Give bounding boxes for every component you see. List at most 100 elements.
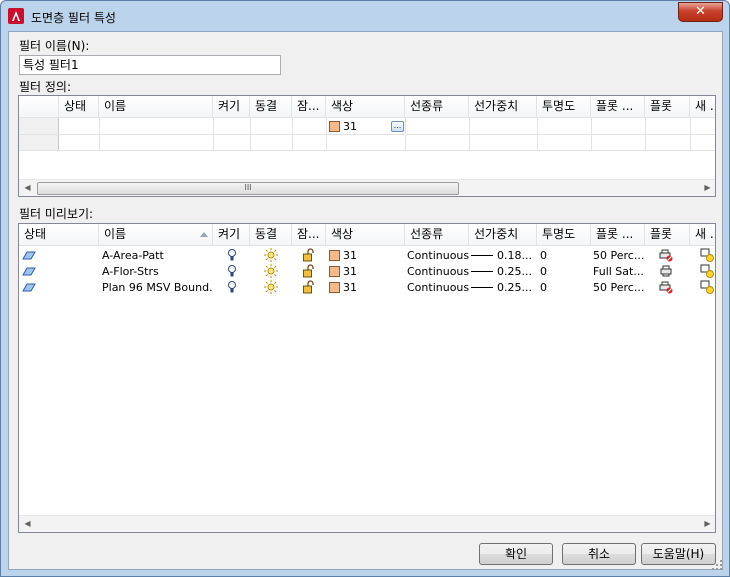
layer-color[interactable]: 31 bbox=[329, 248, 399, 263]
layer-lineweight[interactable]: 0.18... bbox=[471, 248, 537, 263]
def-col-plot-style[interactable]: 플롯 ... bbox=[591, 96, 645, 118]
prev-col-linetype[interactable]: 선종류 bbox=[405, 224, 469, 246]
prev-col-color[interactable]: 색상 bbox=[326, 224, 405, 246]
layer-status-icon bbox=[22, 283, 36, 292]
dialog-window: 도면층 필터 특성 ✕ 필터 이름(N): 특성 필터1 필터 정의: 상태 이… bbox=[0, 0, 730, 577]
def-col-linetype[interactable]: 선종류 bbox=[405, 96, 469, 118]
prev-col-freeze[interactable]: 동결 bbox=[250, 224, 292, 246]
prev-col-plot[interactable]: 플롯 bbox=[645, 224, 690, 246]
def-col-status[interactable]: 상태 bbox=[59, 96, 99, 118]
lineweight-sample bbox=[471, 271, 493, 272]
def-col-name[interactable]: 이름 bbox=[99, 96, 213, 118]
def-col-lock[interactable]: 잠... bbox=[292, 96, 326, 118]
printer-icon[interactable] bbox=[659, 264, 673, 278]
ok-button[interactable]: 확인 bbox=[479, 543, 553, 565]
prev-col-on[interactable]: 켜기 bbox=[213, 224, 250, 246]
color-picker-button[interactable]: ... bbox=[391, 121, 404, 132]
scroll-right-arrow-icon[interactable]: ▶ bbox=[699, 516, 715, 532]
sun-thaw-icon[interactable] bbox=[264, 280, 278, 294]
layer-name: Plan 96 MSV Bound... bbox=[102, 281, 212, 294]
row-line bbox=[19, 150, 715, 151]
def-col-new-vp[interactable]: 새 ... bbox=[690, 96, 715, 118]
layer-lineweight[interactable]: 0.25... bbox=[471, 280, 537, 295]
prev-col-name[interactable]: 이름 bbox=[99, 224, 213, 246]
sun-thaw-icon[interactable] bbox=[264, 264, 278, 278]
filter-preview-label: 필터 미리보기: bbox=[19, 207, 94, 221]
scroll-right-arrow-icon[interactable]: ▶ bbox=[699, 180, 715, 196]
layer-plot-style[interactable]: 50 Perc... bbox=[593, 248, 645, 263]
layer-linetype[interactable]: Continuous bbox=[407, 248, 469, 263]
def-col-on[interactable]: 켜기 bbox=[213, 96, 250, 118]
filter-definition-grid[interactable]: 상태 이름 켜기 동결 잠... 색상 선종류 선가중치 투명도 플롯 ... … bbox=[18, 95, 716, 197]
layer-color-value: 31 bbox=[343, 265, 357, 278]
scroll-left-arrow-icon[interactable]: ◀ bbox=[19, 180, 36, 196]
autocad-logo-icon bbox=[8, 8, 24, 24]
layer-plot-style[interactable]: 50 Perc... bbox=[593, 280, 645, 295]
layer-name: A-Area-Patt bbox=[102, 249, 164, 262]
filter-name-label: 필터 이름(N): bbox=[19, 39, 90, 53]
layer-color[interactable]: 31 bbox=[329, 264, 399, 279]
lightbulb-on-icon[interactable] bbox=[225, 264, 239, 278]
prev-col-plot-style[interactable]: 플롯 ... bbox=[591, 224, 645, 246]
layer-transparency[interactable]: 0 bbox=[540, 248, 590, 263]
def-col-plot[interactable]: 플롯 bbox=[645, 96, 690, 118]
layer-plot-style[interactable]: Full Sat... bbox=[593, 264, 645, 279]
row-header-corner bbox=[19, 96, 59, 118]
lineweight-sample bbox=[471, 287, 493, 288]
prev-col-lineweight[interactable]: 선가중치 bbox=[469, 224, 537, 246]
scroll-thumb[interactable]: III bbox=[37, 182, 459, 195]
def-col-freeze[interactable]: 동결 bbox=[250, 96, 292, 118]
prev-col-status[interactable]: 상태 bbox=[19, 224, 99, 246]
no-plot-printer-icon[interactable] bbox=[659, 280, 673, 294]
dialog-body: 필터 이름(N): 특성 필터1 필터 정의: 상태 이름 켜기 동결 잠...… bbox=[8, 31, 723, 570]
close-button[interactable]: ✕ bbox=[678, 2, 723, 22]
def-color-cell[interactable]: 31 bbox=[329, 119, 389, 134]
color-swatch bbox=[329, 250, 340, 261]
layer-transparency[interactable]: 0 bbox=[540, 264, 590, 279]
layer-color[interactable]: 31 bbox=[329, 280, 399, 295]
cancel-button[interactable]: 취소 bbox=[562, 543, 636, 565]
preview-horizontal-scrollbar[interactable]: ◀ ▶ bbox=[19, 515, 715, 532]
lightbulb-on-icon[interactable] bbox=[225, 280, 239, 294]
filter-preview-grid[interactable]: 상태 이름 켜기 동결 잠... 색상 선종류 선가중치 투명도 플롯 ... … bbox=[18, 223, 716, 533]
unlocked-padlock-icon[interactable] bbox=[302, 280, 316, 294]
layer-color-value: 31 bbox=[343, 249, 357, 262]
help-button[interactable]: 도움말(H) bbox=[641, 543, 716, 565]
def-col-color[interactable]: 색상 bbox=[326, 96, 405, 118]
def-col-transparency[interactable]: 투명도 bbox=[537, 96, 591, 118]
layer-lineweight-value: 0.25... bbox=[497, 281, 532, 294]
lightbulb-on-icon[interactable] bbox=[225, 248, 239, 262]
color-swatch bbox=[329, 121, 340, 132]
row-line bbox=[19, 134, 715, 135]
lineweight-sample bbox=[471, 255, 493, 256]
new-viewport-freeze-icon[interactable] bbox=[700, 264, 714, 278]
scroll-left-arrow-icon[interactable]: ◀ bbox=[19, 516, 36, 532]
new-viewport-freeze-icon[interactable] bbox=[700, 248, 714, 262]
layer-linetype[interactable]: Continuous bbox=[407, 264, 469, 279]
prev-col-new-vp[interactable]: 새 ... bbox=[690, 224, 715, 246]
def-color-value: 31 bbox=[343, 120, 357, 133]
prev-col-name-label: 이름 bbox=[104, 227, 127, 241]
layer-lineweight-value: 0.25... bbox=[497, 265, 532, 278]
resize-grip-icon[interactable] bbox=[712, 560, 722, 570]
new-viewport-freeze-icon[interactable] bbox=[700, 280, 714, 294]
def-horizontal-scrollbar[interactable]: ◀ III ▶ bbox=[19, 179, 715, 196]
color-swatch bbox=[329, 266, 340, 277]
sun-thaw-icon[interactable] bbox=[264, 248, 278, 262]
def-col-lineweight[interactable]: 선가중치 bbox=[469, 96, 537, 118]
prev-col-lock[interactable]: 잠... bbox=[292, 224, 326, 246]
unlocked-padlock-icon[interactable] bbox=[302, 264, 316, 278]
layer-linetype[interactable]: Continuous bbox=[407, 280, 469, 295]
prev-col-transparency[interactable]: 투명도 bbox=[537, 224, 591, 246]
sort-ascending-icon bbox=[200, 232, 208, 237]
no-plot-printer-icon[interactable] bbox=[659, 248, 673, 262]
filter-name-input[interactable]: 특성 필터1 bbox=[19, 55, 281, 75]
unlocked-padlock-icon[interactable] bbox=[302, 248, 316, 262]
layer-name: A-Flor-Strs bbox=[102, 265, 159, 278]
layer-transparency[interactable]: 0 bbox=[540, 280, 590, 295]
layer-status-icon bbox=[22, 251, 36, 260]
layer-lineweight[interactable]: 0.25... bbox=[471, 264, 537, 279]
title-bar[interactable]: 도면층 필터 특성 ✕ bbox=[1, 1, 729, 31]
layer-color-value: 31 bbox=[343, 281, 357, 294]
color-swatch bbox=[329, 282, 340, 293]
